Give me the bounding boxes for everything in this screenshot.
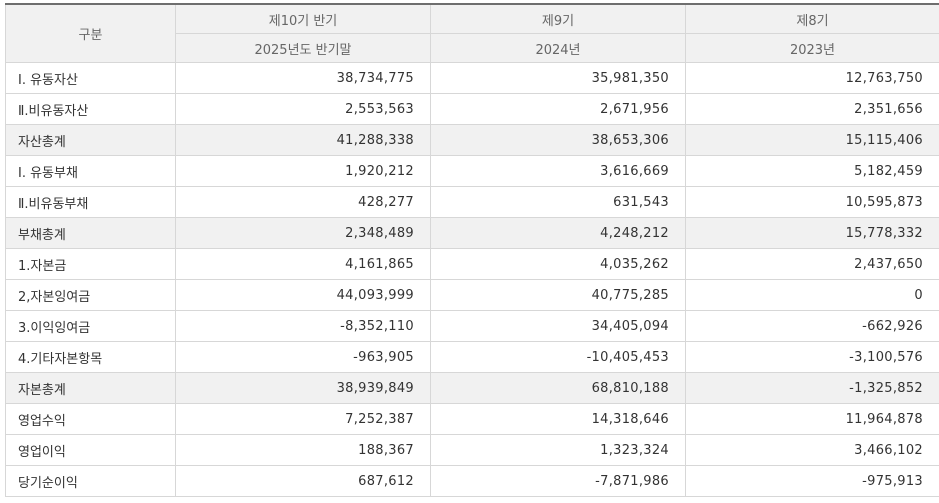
row-label: Ⅱ.비유동자산 [5,93,176,125]
table-row: Ⅰ. 유동부채 1,920,212 3,616,669 5,182,459 [5,155,939,187]
header-period-name: 제10기 반기 [175,3,431,34]
row-value: 10,595,873 [685,186,939,218]
row-label: 부채총계 [5,217,176,249]
row-value: 15,778,332 [685,217,939,249]
row-value: 3,616,669 [430,155,686,187]
table-header: 구분 제10기 반기 제9기 제8기 2025년도 반기말 2024년 2023… [5,3,939,63]
row-value: 2,671,956 [430,93,686,125]
table-row: Ⅱ.비유동부채 428,277 631,543 10,595,873 [5,186,939,218]
row-value: 188,367 [175,434,431,466]
table-row: Ⅰ. 유동자산 38,734,775 35,981,350 12,763,750 [5,62,939,94]
row-value: -3,100,576 [685,341,939,373]
row-label: 1.자본금 [5,248,176,280]
row-value: 38,939,849 [175,372,431,404]
table-row-total: 자본총계 38,939,849 68,810,188 -1,325,852 [5,372,939,404]
row-value: 2,348,489 [175,217,431,249]
row-value: 44,093,999 [175,279,431,311]
row-value: -662,926 [685,310,939,342]
row-value: 2,437,650 [685,248,939,280]
row-value: 1,920,212 [175,155,431,187]
header-period-date: 2025년도 반기말 [175,33,431,63]
row-value: -10,405,453 [430,341,686,373]
row-label: Ⅱ.비유동부채 [5,186,176,218]
row-value: 4,248,212 [430,217,686,249]
row-value: 687,612 [175,465,431,497]
row-value: -975,913 [685,465,939,497]
table-row: 1.자본금 4,161,865 4,035,262 2,437,650 [5,248,939,280]
row-label: 자산총계 [5,124,176,156]
header-category: 구분 [5,3,176,63]
row-label: 4.기타자본항목 [5,341,176,373]
row-value: 11,964,878 [685,403,939,435]
row-value: -1,325,852 [685,372,939,404]
table-row-total: 부채총계 2,348,489 4,248,212 15,778,332 [5,217,939,249]
row-value: 12,763,750 [685,62,939,94]
row-label: Ⅰ. 유동부채 [5,155,176,187]
row-value: 428,277 [175,186,431,218]
header-period-date: 2024년 [430,33,686,63]
row-value: 631,543 [430,186,686,218]
row-value: 3,466,102 [685,434,939,466]
row-label: 3.이익잉여금 [5,310,176,342]
row-label: 영업이익 [5,434,176,466]
table-body: Ⅰ. 유동자산 38,734,775 35,981,350 12,763,750… [5,62,939,497]
financial-summary-table: 구분 제10기 반기 제9기 제8기 2025년도 반기말 2024년 2023… [5,3,939,497]
table-row: 2,자본잉여금 44,093,999 40,775,285 0 [5,279,939,311]
row-value: 4,035,262 [430,248,686,280]
row-value: 0 [685,279,939,311]
row-value: 7,252,387 [175,403,431,435]
row-value: 15,115,406 [685,124,939,156]
row-value: -963,905 [175,341,431,373]
row-value: 38,653,306 [430,124,686,156]
row-value: 1,323,324 [430,434,686,466]
row-label: 자본총계 [5,372,176,404]
table-row: 3.이익잉여금 -8,352,110 34,405,094 -662,926 [5,310,939,342]
header-row-periods: 구분 제10기 반기 제9기 제8기 [5,3,939,63]
row-value: -7,871,986 [430,465,686,497]
row-value: 4,161,865 [175,248,431,280]
table-row: 당기순이익 687,612 -7,871,986 -975,913 [5,465,939,497]
row-value: 40,775,285 [430,279,686,311]
row-value: 68,810,188 [430,372,686,404]
row-label: 당기순이익 [5,465,176,497]
header-period-date: 2023년 [685,33,939,63]
table-row: 영업이익 188,367 1,323,324 3,466,102 [5,434,939,466]
row-value: 5,182,459 [685,155,939,187]
row-value: 35,981,350 [430,62,686,94]
row-value: 14,318,646 [430,403,686,435]
row-value: 41,288,338 [175,124,431,156]
row-value: -8,352,110 [175,310,431,342]
row-label: 2,자본잉여금 [5,279,176,311]
row-value: 2,553,563 [175,93,431,125]
row-value: 38,734,775 [175,62,431,94]
header-period-name: 제8기 [685,3,939,34]
table-row: Ⅱ.비유동자산 2,553,563 2,671,956 2,351,656 [5,93,939,125]
header-period-name: 제9기 [430,3,686,34]
row-value: 2,351,656 [685,93,939,125]
row-label: 영업수익 [5,403,176,435]
row-label: Ⅰ. 유동자산 [5,62,176,94]
table-row: 영업수익 7,252,387 14,318,646 11,964,878 [5,403,939,435]
table-row: 4.기타자본항목 -963,905 -10,405,453 -3,100,576 [5,341,939,373]
row-value: 34,405,094 [430,310,686,342]
table-row-total: 자산총계 41,288,338 38,653,306 15,115,406 [5,124,939,156]
